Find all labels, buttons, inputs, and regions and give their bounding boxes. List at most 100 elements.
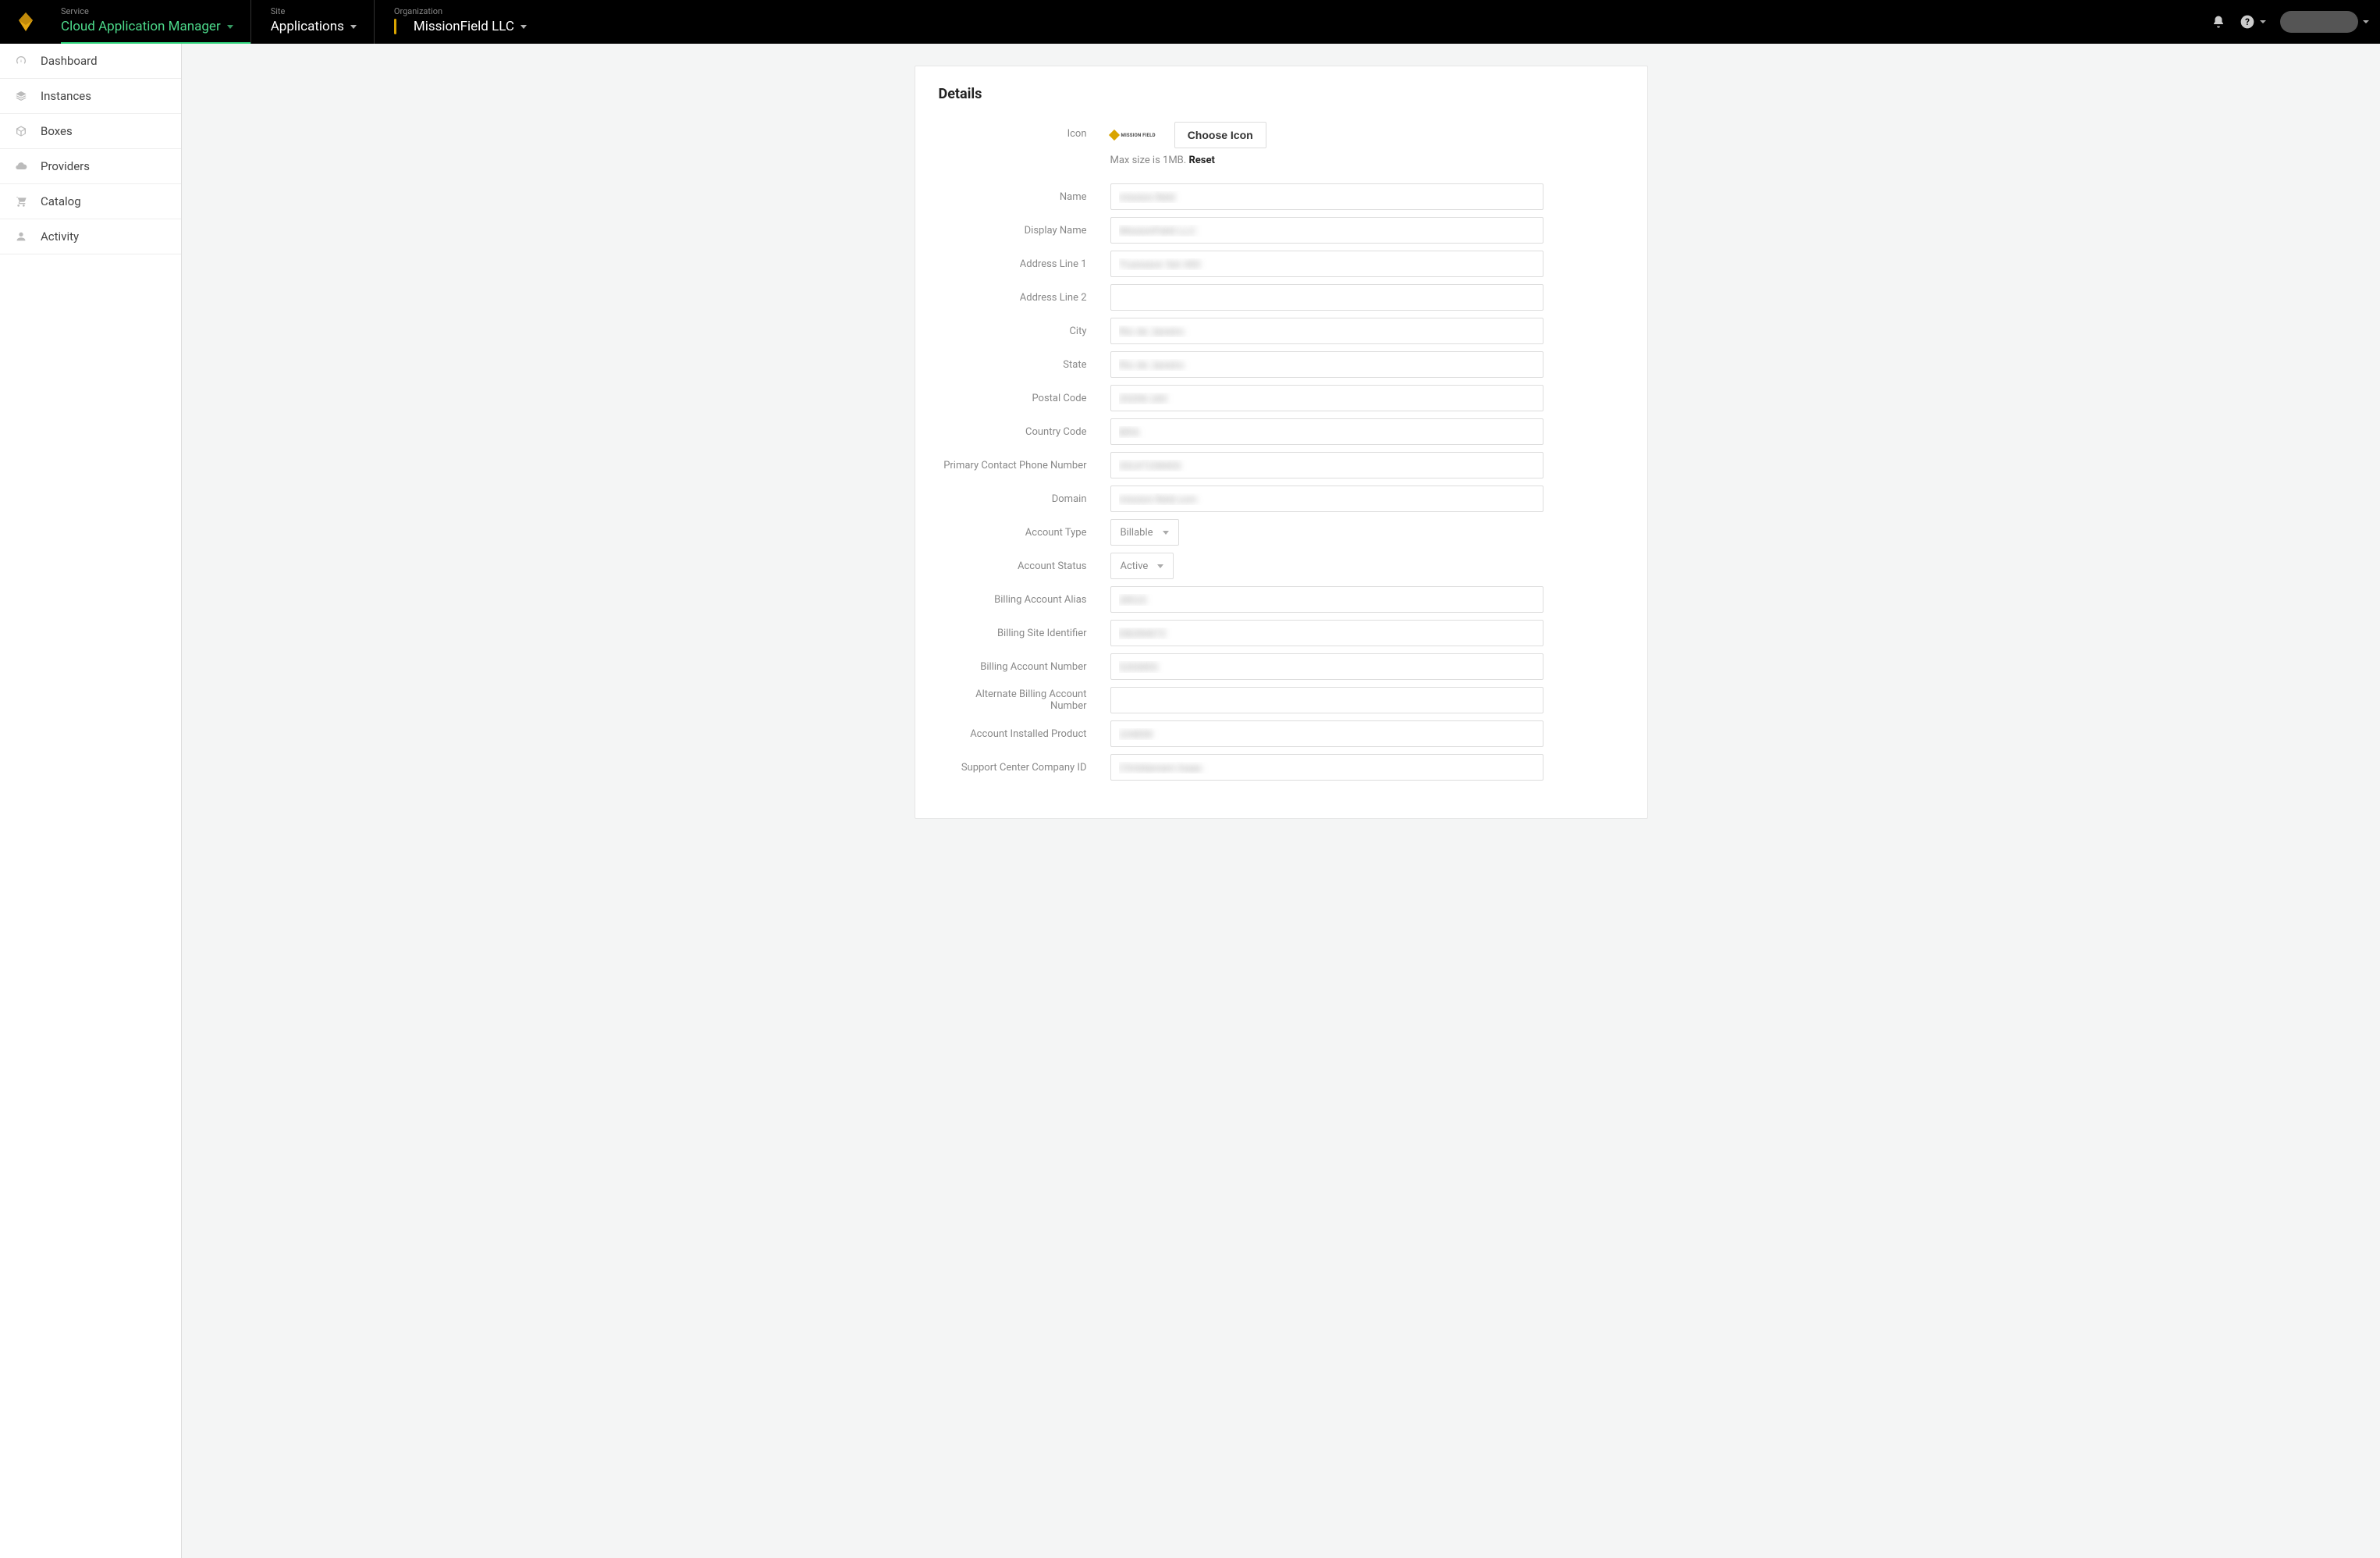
- details-panel: Details Icon MISSION FIELD Choose Icon M…: [915, 66, 1648, 819]
- field-input-address-line-2[interactable]: [1110, 284, 1543, 311]
- help-icon: ?: [2240, 14, 2255, 30]
- org-badge-icon: [394, 19, 396, 34]
- field-input-domain[interactable]: [1110, 486, 1543, 512]
- nav-org-value: MissionField LLC: [394, 17, 527, 36]
- field-input-country-code[interactable]: [1110, 418, 1543, 445]
- account-status-select[interactable]: Active: [1110, 553, 1174, 579]
- form-row: Billing Account Alias: [939, 585, 1624, 614]
- help-button[interactable]: ?: [2236, 11, 2269, 33]
- notifications-button[interactable]: [2208, 12, 2229, 32]
- form-row: State: [939, 350, 1624, 379]
- form-row: Display Name: [939, 216, 1624, 244]
- app-logo-icon: [14, 10, 37, 34]
- field-input-support-center-company-id[interactable]: [1110, 754, 1543, 781]
- caret-down-icon: [2260, 20, 2266, 23]
- org-logo-icon: [1108, 130, 1119, 141]
- icon-preview: MISSION FIELD: [1110, 131, 1156, 139]
- sidebar-item-dashboard[interactable]: Dashboard: [0, 44, 181, 79]
- sidebar-item-catalog[interactable]: Catalog: [0, 184, 181, 219]
- caret-down-icon: [520, 25, 527, 29]
- field-label-icon: Icon: [939, 122, 1110, 140]
- field-label-address-line-2: Address Line 2: [939, 292, 1110, 304]
- field-label-billing-account-alias: Billing Account Alias: [939, 594, 1110, 606]
- field-label-state: State: [939, 359, 1110, 371]
- sidebar-item-activity[interactable]: Activity: [0, 219, 181, 254]
- field-label-billing-account-number: Billing Account Number: [939, 661, 1110, 673]
- field-label-display-name: Display Name: [939, 225, 1110, 237]
- form-row: Address Line 1: [939, 250, 1624, 278]
- caret-down-icon: [350, 25, 357, 29]
- nav-service[interactable]: Service Cloud Application Manager: [61, 0, 250, 44]
- nav-site[interactable]: Site Applications: [250, 0, 374, 44]
- caret-down-icon: [227, 25, 233, 29]
- user-icon: [14, 230, 28, 243]
- caret-down-icon: [1163, 531, 1169, 535]
- form-row: Account Installed Product: [939, 720, 1624, 748]
- field-input-postal-code[interactable]: [1110, 385, 1543, 411]
- field-label-city: City: [939, 325, 1110, 337]
- field-label-support-center-company-id: Support Center Company ID: [939, 762, 1110, 774]
- field-input-city[interactable]: [1110, 318, 1543, 344]
- gauge-icon: [14, 55, 28, 67]
- bell-icon: [2211, 15, 2225, 29]
- form-row: Alternate Billing Account Number: [939, 686, 1624, 714]
- field-input-billing-account-alias[interactable]: [1110, 586, 1543, 613]
- field-label-country-code: Country Code: [939, 426, 1110, 438]
- choose-icon-button[interactable]: Choose Icon: [1174, 122, 1266, 148]
- field-label-billing-site-identifier: Billing Site Identifier: [939, 628, 1110, 639]
- field-label-account-installed-product: Account Installed Product: [939, 728, 1110, 740]
- nav-site-value: Applications: [271, 17, 357, 36]
- account-type-select[interactable]: Billable: [1110, 519, 1179, 546]
- reset-icon-link[interactable]: Reset: [1188, 155, 1214, 166]
- nav-org-label: Organization: [394, 6, 527, 17]
- main-content: Details Icon MISSION FIELD Choose Icon M…: [182, 44, 2380, 858]
- field-input-billing-site-identifier[interactable]: [1110, 620, 1543, 646]
- sidebar-item-instances[interactable]: Instances: [0, 79, 181, 114]
- caret-down-icon: [1157, 564, 1163, 568]
- form-row: Primary Contact Phone Number: [939, 451, 1624, 479]
- form-row: Domain: [939, 485, 1624, 513]
- layers-icon: [14, 90, 28, 102]
- sidebar-item-label: Dashboard: [41, 54, 98, 68]
- icon-size-hint: Max size is 1MB. Reset: [1110, 155, 1624, 166]
- field-label-domain: Domain: [939, 493, 1110, 505]
- form-row: Address Line 2: [939, 283, 1624, 311]
- sidebar-item-label: Catalog: [41, 194, 81, 208]
- field-label-postal-code: Postal Code: [939, 393, 1110, 404]
- field-input-name[interactable]: [1110, 183, 1543, 210]
- field-label-alternate-billing-account-number: Alternate Billing Account Number: [939, 688, 1110, 712]
- field-input-display-name[interactable]: [1110, 217, 1543, 244]
- cube-icon: [14, 125, 28, 137]
- field-input-address-line-1[interactable]: [1110, 251, 1543, 277]
- sidebar-item-label: Providers: [41, 159, 90, 173]
- form-row: Support Center Company ID: [939, 753, 1624, 781]
- field-label-account-status: Account Status: [939, 560, 1110, 572]
- form-row: Billing Account Number: [939, 653, 1624, 681]
- field-input-state[interactable]: [1110, 351, 1543, 378]
- sidebar-item-providers[interactable]: Providers: [0, 149, 181, 184]
- field-label-account-type: Account Type: [939, 527, 1110, 539]
- svg-text:?: ?: [2245, 16, 2250, 27]
- field-label-name: Name: [939, 191, 1110, 203]
- field-input-alternate-billing-account-number[interactable]: [1110, 687, 1543, 713]
- nav-site-label: Site: [271, 6, 357, 17]
- caret-down-icon: [2363, 20, 2369, 23]
- user-menu[interactable]: [2277, 8, 2372, 36]
- sidebar-item-label: Instances: [41, 89, 91, 103]
- field-label-primary-contact-phone-number: Primary Contact Phone Number: [939, 460, 1110, 471]
- user-avatar: [2280, 11, 2358, 33]
- field-input-primary-contact-phone-number[interactable]: [1110, 452, 1543, 478]
- cart-icon: [14, 195, 28, 208]
- sidebar-item-label: Boxes: [41, 124, 73, 138]
- nav-organization[interactable]: Organization MissionField LLC: [374, 0, 544, 44]
- sidebar-item-boxes[interactable]: Boxes: [0, 114, 181, 149]
- form-row: Billing Site Identifier: [939, 619, 1624, 647]
- panel-title: Details: [939, 86, 1624, 102]
- field-input-account-installed-product[interactable]: [1110, 720, 1543, 747]
- sidebar-item-label: Activity: [41, 229, 79, 244]
- field-input-billing-account-number[interactable]: [1110, 653, 1543, 680]
- cloud-icon: [14, 160, 28, 173]
- form-row: Name: [939, 183, 1624, 211]
- form-row: Country Code: [939, 418, 1624, 446]
- form-row: Postal Code: [939, 384, 1624, 412]
